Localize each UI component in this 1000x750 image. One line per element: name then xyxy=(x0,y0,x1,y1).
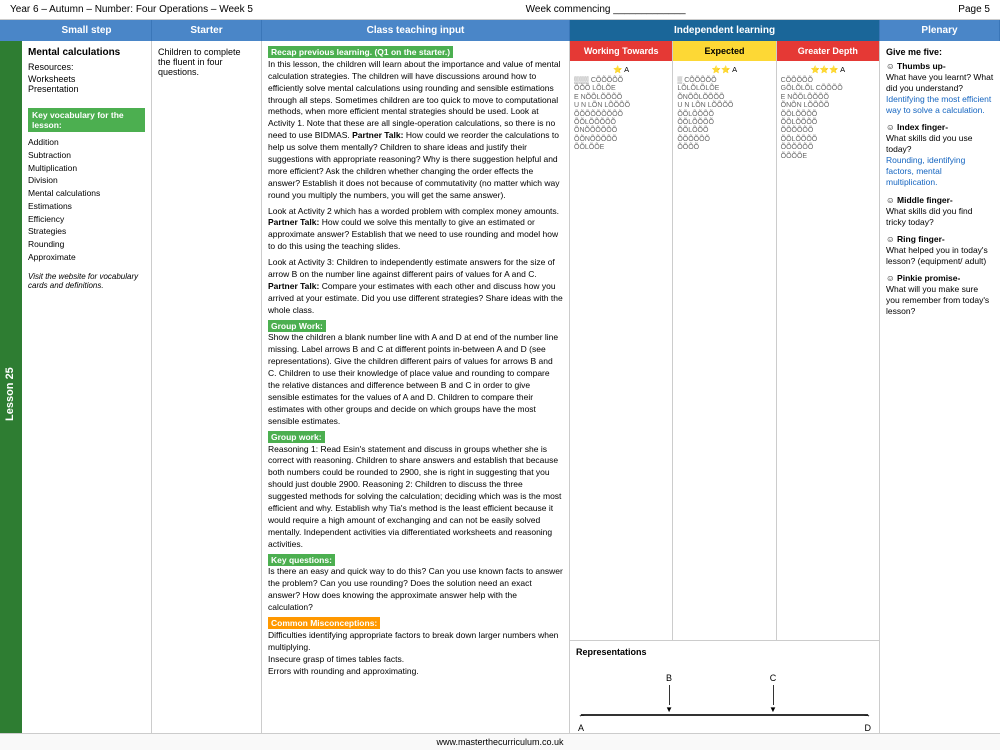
page-header: Year 6 – Autumn – Number: Four Operation… xyxy=(0,0,1000,20)
col-header-teaching: Class teaching input xyxy=(262,20,570,41)
misconceptions-text: Difficulties identifying appropriate fac… xyxy=(268,630,558,676)
header-week: Week commencing _____________ xyxy=(253,4,958,15)
group-work-1: Show the children a blank number line wi… xyxy=(268,332,558,425)
group-work-2: Reasoning 1: Read Esin's statement and d… xyxy=(268,444,561,549)
header-page: Page 5 xyxy=(958,4,990,15)
website-note: Visit the website for vocabulary cards a… xyxy=(28,272,145,290)
col-header-starter: Starter xyxy=(152,20,262,41)
col-header-small: Small step xyxy=(22,20,152,41)
plenary-ring: ☺ Ring finger- What helped you in today'… xyxy=(886,234,994,267)
nl-label-a: A xyxy=(578,723,584,733)
representations-area: Representations B ▼ C xyxy=(570,641,879,747)
number-line-diagram: B ▼ C ▼ A D ← → xyxy=(576,661,873,741)
plenary-thumb: ☺ Thumbs up- What have you learnt? What … xyxy=(886,61,994,116)
greater-depth-text: CÕÕÕÕÕ GÕLÕLÕL CÕÕÕÕ E NÕÕLÕÕÕÕ ÕNÕN LÕÕ… xyxy=(781,77,875,161)
plenary-column: Give me five: ☺ Thumbs up- What have you… xyxy=(880,41,1000,747)
key-questions-text: Is there an easy and quick way to do thi… xyxy=(268,566,563,612)
nl-label-d: D xyxy=(865,723,872,733)
plenary-pinkie: ☺ Pinkie promise- What will you make sur… xyxy=(886,273,994,317)
partner-talk-1: Partner Talk: xyxy=(352,130,403,140)
arrow-c: C ▼ xyxy=(769,673,777,714)
activity3-text: Look at Activity 3: Children to independ… xyxy=(268,257,555,279)
starter-column: Children to complete the fluent in four … xyxy=(152,41,262,747)
working-towards-text: ▒▒▒ CÕÕÕÕÕ ÕÕÕ LÕLÕE E NÕÕLÕÕÕÕ U N LÕN … xyxy=(574,77,668,153)
header-working-towards: Working Towards xyxy=(570,41,673,61)
expected-stars: ⭐⭐ A xyxy=(677,65,771,74)
greater-depth-content: ⭐⭐⭐ A CÕÕÕÕÕ GÕLÕLÕL CÕÕÕÕ E NÕÕLÕÕÕÕ ÕN… xyxy=(777,61,879,640)
greater-depth-stars: ⭐⭐⭐ A xyxy=(781,65,875,74)
partner-talk-3: Partner Talk: xyxy=(268,281,319,291)
col-header-independent: Independent learning xyxy=(570,20,880,41)
plenary-middle: ☺ Middle finger- What skills did you fin… xyxy=(886,195,994,228)
page-footer: www.masterthecurriculum.co.uk xyxy=(0,733,1000,750)
footer-website: www.masterthecurriculum.co.uk xyxy=(436,737,563,747)
working-towards-content: ⭐ A ▒▒▒ CÕÕÕÕÕ ÕÕÕ LÕLÕE E NÕÕLÕÕÕÕ U N … xyxy=(570,61,673,640)
working-towards-stars: ⭐ A xyxy=(574,65,668,74)
header-greater-depth: Greater Depth xyxy=(777,41,879,61)
column-headers: Small step Starter Class teaching input … xyxy=(0,20,1000,41)
number-line-base xyxy=(581,714,868,716)
header-expected: Expected xyxy=(673,41,776,61)
vocab-label: Key vocabulary for the lesson: xyxy=(28,108,145,132)
nl-arrow-left: ← xyxy=(578,710,586,719)
group-work-label: Group Work: xyxy=(268,320,326,332)
plenary-index: ☺ Index finger- What skills did you use … xyxy=(886,122,994,188)
nl-arrow-right: → xyxy=(863,710,871,719)
key-questions-label: Key questions: xyxy=(268,554,335,566)
starter-text: Children to complete the fluent in four … xyxy=(158,47,255,77)
expected-content: ⭐⭐ A ▒ CÕÕÕÕÕ LÕLÕLÕLÕE ÕNÕÕLÕÕÕÕ U N LÕ… xyxy=(673,61,776,640)
partner-talk-1-text: How could we reorder the calculations to… xyxy=(268,130,560,199)
representations-label: Representations xyxy=(576,647,873,657)
plenary-intro: Give me five: xyxy=(886,47,994,57)
main-content: Lesson 25 Mental calculations Resources:… xyxy=(0,41,1000,747)
teaching-intro: In this lesson, the children will learn … xyxy=(268,59,560,140)
group-work-label-2: Group work: xyxy=(268,431,325,443)
arrow-b: B ▼ xyxy=(665,673,673,714)
expected-text: ▒ CÕÕÕÕÕ LÕLÕLÕLÕE ÕNÕÕLÕÕÕÕ U N LÕN LÕÕ… xyxy=(677,77,771,153)
small-step-title: Mental calculations xyxy=(28,47,145,58)
activity2-text: Look at Activity 2 which has a worded pr… xyxy=(268,206,559,216)
col-header-plenary: Plenary xyxy=(880,20,1000,41)
partner-talk-2: Partner Talk: xyxy=(268,217,319,227)
misconceptions-label: Common Misconceptions: xyxy=(268,617,380,629)
independent-content-area: ⭐ A ▒▒▒ CÕÕÕÕÕ ÕÕÕ LÕLÕE E NÕÕLÕÕÕÕ U N … xyxy=(570,61,879,641)
teaching-column: Recap previous learning. (Q1 on the star… xyxy=(262,41,570,747)
independent-headers: Working Towards Expected Greater Depth xyxy=(570,41,879,61)
recap-label: Recap previous learning. (Q1 on the star… xyxy=(268,46,453,58)
vocab-list: Addition Subtraction Multiplication Divi… xyxy=(28,136,145,264)
resources-list: WorksheetsPresentation xyxy=(28,74,145,94)
independent-column: Working Towards Expected Greater Depth ⭐… xyxy=(570,41,880,747)
lesson-label: Lesson 25 xyxy=(0,41,22,747)
header-title: Year 6 – Autumn – Number: Four Operation… xyxy=(10,4,253,15)
resources-label: Resources: WorksheetsPresentation xyxy=(28,62,145,94)
small-step-column: Mental calculations Resources: Worksheet… xyxy=(22,41,152,747)
